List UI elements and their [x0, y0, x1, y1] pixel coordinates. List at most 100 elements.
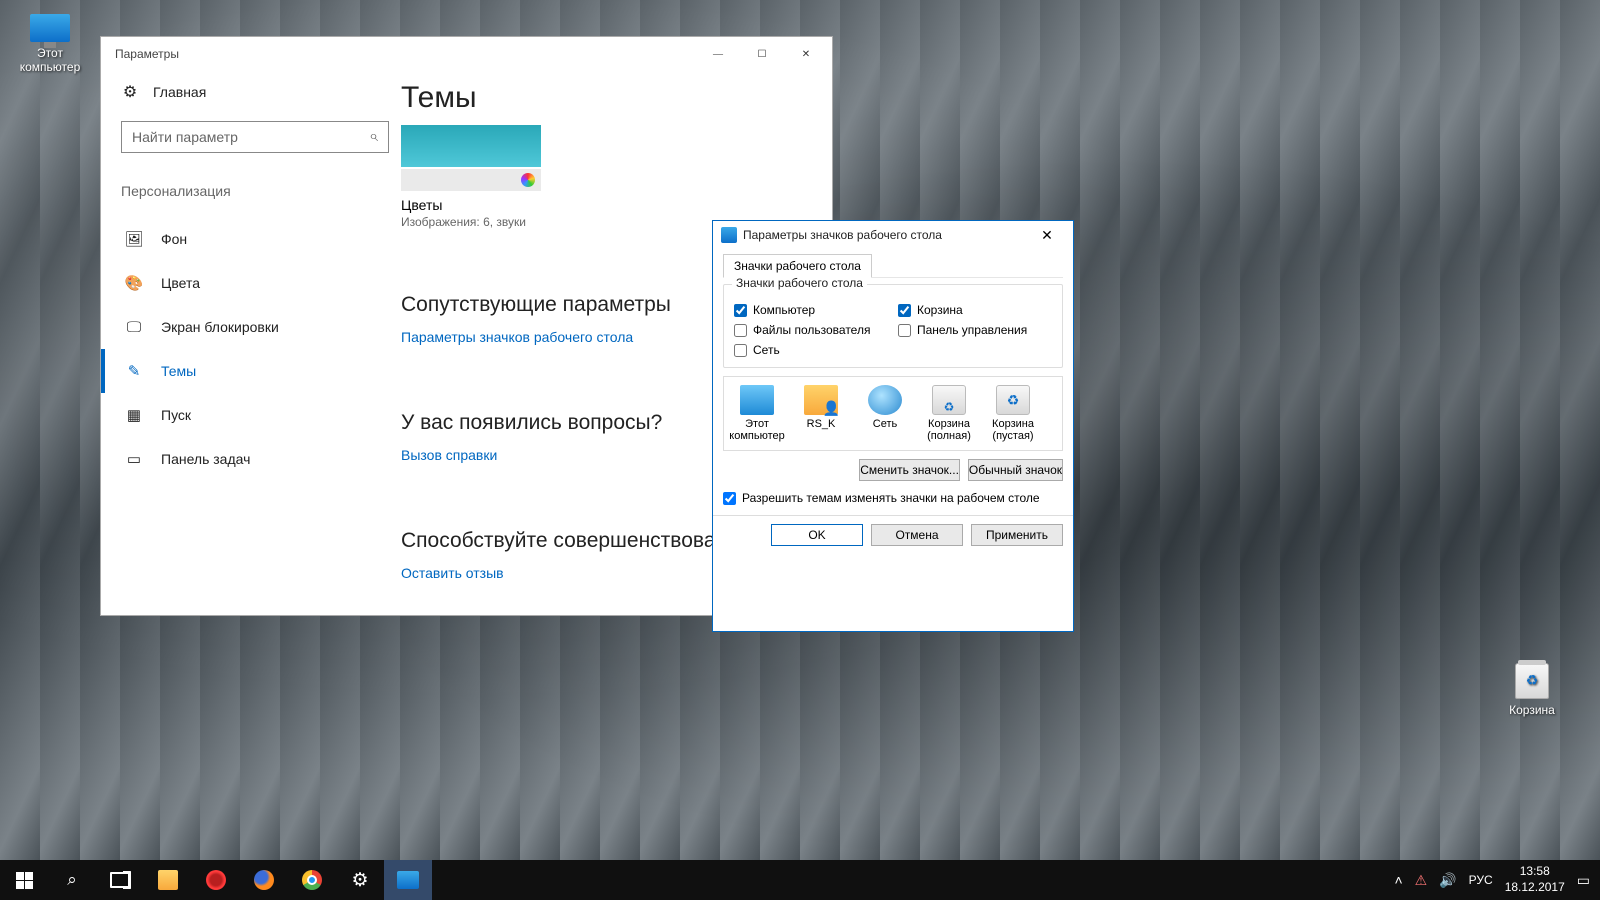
search-input[interactable]: Найти параметр	[121, 121, 389, 153]
sidebar-item-lockscreen[interactable]: 🖵 Экран блокировки	[121, 305, 389, 349]
input-language[interactable]: РУС	[1469, 873, 1493, 887]
search-button[interactable]: ⌕	[48, 860, 96, 900]
change-icon-button[interactable]: Сменить значок...	[859, 459, 960, 481]
nav-label: Темы	[161, 363, 196, 379]
close-button[interactable]: ✕	[784, 40, 828, 68]
home-label: Главная	[153, 84, 206, 100]
icon-preview-user[interactable]: RS_K	[792, 385, 850, 442]
explorer-icon	[158, 870, 178, 890]
bin-empty-icon	[996, 385, 1030, 415]
checkbox-computer[interactable]: Компьютер	[734, 303, 888, 317]
sidebar-item-background[interactable]: 🖼 Фон	[121, 217, 389, 261]
theme-tile[interactable]: Цветы Изображения: 6, звуки	[401, 125, 541, 229]
tray-volume-icon[interactable]: 🔊	[1439, 872, 1456, 889]
theme-thumbnail	[401, 125, 541, 167]
monitor-icon	[30, 14, 70, 42]
desktop-icon-label: Этот компьютер	[20, 46, 81, 74]
theme-name: Цветы	[401, 197, 541, 213]
themes-icon: ✎	[125, 362, 143, 380]
checkbox-network[interactable]: Сеть	[734, 343, 888, 357]
sidebar-item-start[interactable]: ▦ Пуск	[121, 393, 389, 437]
divider	[713, 515, 1073, 516]
dialog-icon	[721, 227, 737, 243]
sidebar-item-colors[interactable]: 🎨 Цвета	[121, 261, 389, 305]
task-view-button[interactable]	[96, 860, 144, 900]
taskbar: ⌕ ⚙ ˄ ⚠ 🔊 РУС 13:58 18.12.2017 ▭	[0, 860, 1600, 900]
dialog-titlebar[interactable]: Параметры значков рабочего стола ✕	[713, 221, 1073, 249]
tray-chevron-icon[interactable]: ˄	[1394, 872, 1402, 888]
start-button[interactable]	[0, 860, 48, 900]
desktop-icon-label: Корзина	[1509, 703, 1555, 717]
ok-button[interactable]: OK	[771, 524, 863, 546]
icon-preview-list: Этот компьютер RS_K Сеть Корзина (полная…	[723, 376, 1063, 451]
color-swatch-icon	[521, 173, 535, 187]
section-heading: Персонализация	[121, 183, 389, 199]
apply-button[interactable]: Применить	[971, 524, 1063, 546]
gear-icon	[121, 83, 139, 101]
windows-icon	[16, 872, 33, 889]
sidebar-home[interactable]: Главная	[121, 77, 389, 107]
desktop-icon-recycle-bin[interactable]: Корзина	[1492, 663, 1572, 717]
window-title: Параметры	[115, 47, 179, 61]
taskbar-app-opera[interactable]	[192, 860, 240, 900]
palette-icon: 🎨	[125, 274, 143, 292]
feedback-link[interactable]: Оставить отзыв	[401, 565, 504, 581]
close-button[interactable]: ✕	[1027, 227, 1067, 244]
chrome-icon	[302, 870, 322, 890]
monitor-icon	[397, 871, 419, 889]
monitor-icon	[740, 385, 774, 415]
user-folder-icon	[804, 385, 838, 415]
taskbar-app-settings[interactable]: ⚙	[336, 860, 384, 900]
taskbar-icon: ▭	[125, 450, 143, 468]
system-tray: ˄ ⚠ 🔊 РУС 13:58 18.12.2017 ▭	[1394, 864, 1600, 895]
tray-notifications-icon[interactable]: ▭	[1577, 872, 1590, 889]
window-titlebar[interactable]: Параметры — ☐ ✕	[101, 37, 832, 71]
icon-preview-network[interactable]: Сеть	[856, 385, 914, 442]
nav-label: Панель задач	[161, 451, 250, 467]
opera-icon	[206, 870, 226, 890]
lockscreen-icon: 🖵	[125, 318, 143, 336]
taskbar-app-chrome[interactable]	[288, 860, 336, 900]
icon-preview-bin-full[interactable]: Корзина (полная)	[920, 385, 978, 442]
clock[interactable]: 13:58 18.12.2017	[1505, 864, 1565, 895]
cancel-button[interactable]: Отмена	[871, 524, 963, 546]
checkbox-user-files[interactable]: Файлы пользователя	[734, 323, 888, 337]
bin-full-icon	[932, 385, 966, 415]
nav-label: Цвета	[161, 275, 200, 291]
dialog-title: Параметры значков рабочего стола	[743, 228, 942, 242]
network-icon	[868, 385, 902, 415]
picture-icon: 🖼	[125, 230, 143, 248]
gear-icon: ⚙	[351, 869, 368, 892]
tray-network-icon[interactable]: ⚠	[1415, 872, 1428, 889]
icon-preview-computer[interactable]: Этот компьютер	[728, 385, 786, 442]
nav-label: Пуск	[161, 407, 191, 423]
tab-desktop-icons[interactable]: Значки рабочего стола	[723, 254, 872, 278]
desktop-icon-this-pc[interactable]: Этот компьютер	[10, 14, 90, 74]
default-icon-button[interactable]: Обычный значок	[968, 459, 1063, 481]
clock-time: 13:58	[1505, 864, 1565, 880]
icons-groupbox: Значки рабочего стола Компьютер Корзина …	[723, 284, 1063, 368]
checkbox-recycle-bin[interactable]: Корзина	[898, 303, 1052, 317]
tab-strip: Значки рабочего стола	[723, 253, 1063, 278]
firefox-icon	[254, 870, 274, 890]
desktop-icons-settings-link[interactable]: Параметры значков рабочего стола	[401, 329, 633, 345]
start-icon: ▦	[125, 406, 143, 424]
taskbar-app-personalization[interactable]	[384, 860, 432, 900]
get-help-link[interactable]: Вызов справки	[401, 447, 497, 463]
theme-description: Изображения: 6, звуки	[401, 215, 541, 229]
taskbar-app-firefox[interactable]	[240, 860, 288, 900]
maximize-button[interactable]: ☐	[740, 40, 784, 68]
bin-icon	[1515, 663, 1549, 699]
desktop-icons-dialog: Параметры значков рабочего стола ✕ Значк…	[712, 220, 1074, 632]
search-placeholder: Найти параметр	[132, 129, 238, 145]
search-icon: ⌕	[67, 870, 77, 890]
sidebar-item-taskbar[interactable]: ▭ Панель задач	[121, 437, 389, 481]
checkbox-control-panel[interactable]: Панель управления	[898, 323, 1052, 337]
sidebar-item-themes[interactable]: ✎ Темы	[121, 349, 389, 393]
checkbox-allow-themes[interactable]: Разрешить темам изменять значки на рабоч…	[723, 491, 1063, 505]
icon-preview-bin-empty[interactable]: Корзина (пустая)	[984, 385, 1042, 442]
taskbar-app-explorer[interactable]	[144, 860, 192, 900]
minimize-button[interactable]: —	[696, 40, 740, 68]
nav-label: Фон	[161, 231, 187, 247]
groupbox-legend: Значки рабочего стола	[732, 276, 867, 290]
